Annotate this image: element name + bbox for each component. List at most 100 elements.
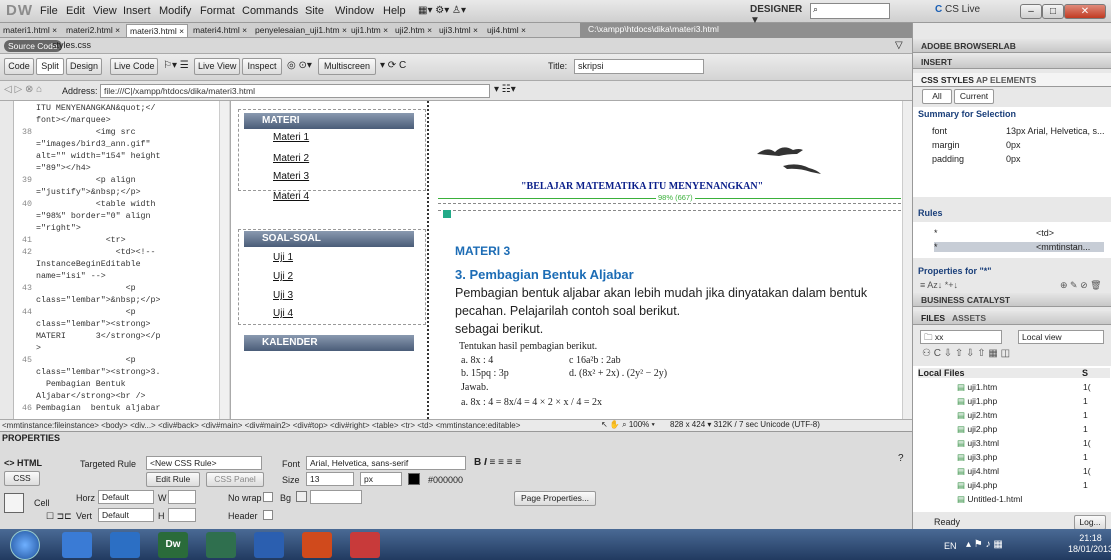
w-field[interactable] xyxy=(168,490,196,504)
css-mode-button[interactable]: CSS xyxy=(4,471,40,486)
code-line[interactable]: InstanceBeginEditable xyxy=(36,259,141,270)
menu-commands[interactable]: Commands xyxy=(242,5,298,17)
link-uji-3[interactable]: Uji 3 xyxy=(273,290,293,301)
clock[interactable]: 21:18 18/01/2013 xyxy=(1068,533,1111,555)
link-uji-1[interactable]: Uji 1 xyxy=(273,252,293,263)
design-view[interactable]: MATERI Materi 1 Materi 2 Materi 3 Materi… xyxy=(230,101,902,419)
code-line[interactable]: Pembagian Bentuk xyxy=(36,379,126,390)
file-item[interactable]: ▤ uji2.htm xyxy=(957,410,997,421)
excel-icon[interactable] xyxy=(206,532,236,558)
link-materi-3[interactable]: Materi 3 xyxy=(273,171,309,182)
unit-select[interactable]: px xyxy=(360,472,402,486)
tab-uji4[interactable]: uji4.html × xyxy=(484,24,529,37)
code-line[interactable]: alt="" width="154" height xyxy=(36,151,160,162)
dreamweaver-icon[interactable]: Dw xyxy=(158,532,188,558)
menu-help[interactable]: Help xyxy=(383,5,406,17)
business-catalyst-panel[interactable]: BUSINESS CATALYST xyxy=(913,293,1111,307)
code-line[interactable]: ="right"> xyxy=(36,223,81,234)
adobe-browserlab-panel[interactable]: ADOBE BROWSERLAB xyxy=(913,39,1111,53)
code-line[interactable]: ="89"></h4> xyxy=(36,163,91,174)
code-line[interactable]: MATERI 3</strong></p xyxy=(36,331,160,342)
targeted-rule-select[interactable]: <New CSS Rule> xyxy=(146,456,262,470)
code-scrollbar[interactable] xyxy=(219,101,229,419)
title-field[interactable]: skripsi xyxy=(574,59,704,74)
tab-materi3[interactable]: materi3.html × xyxy=(126,24,189,37)
code-view-button[interactable]: Code xyxy=(4,58,34,75)
tab-css-styles[interactable]: CSS STYLES xyxy=(921,75,974,85)
code-line[interactable]: name="isi" --> xyxy=(36,271,106,282)
design-scrollbar[interactable] xyxy=(902,101,912,419)
layout-icon[interactable]: ▦▾ ⚙▾ ♙▾ xyxy=(418,5,466,16)
start-button[interactable] xyxy=(10,530,40,560)
tab-uji3[interactable]: uji3.html × xyxy=(436,24,481,37)
address-input[interactable]: file:///C|/xampp/htdocs/dika/materi3.htm… xyxy=(100,84,490,98)
minimize-button[interactable]: – xyxy=(1020,4,1042,19)
explorer-icon[interactable] xyxy=(62,532,92,558)
tab-ap-elements[interactable]: AP ELEMENTS xyxy=(976,75,1036,85)
code-line[interactable]: <tr> xyxy=(36,235,126,246)
multiscreen-button[interactable]: Multiscreen xyxy=(318,58,376,75)
word-icon[interactable] xyxy=(254,532,284,558)
ie-icon[interactable] xyxy=(110,532,140,558)
code-view[interactable]: ITU MENYENANGKAN&quot;</font></marquee> 3… xyxy=(14,101,229,419)
format-buttons[interactable]: B I ≡ ≡ ≡ ≡ xyxy=(474,457,521,468)
menu-site[interactable]: Site xyxy=(305,5,324,17)
link-materi-2[interactable]: Materi 2 xyxy=(273,153,309,164)
bg-swatch[interactable] xyxy=(296,491,307,502)
files-list[interactable]: ▤ uji1.htm 1(▤ uji1.php 1 ▤ uji2.htm 1 ▤ uji2… xyxy=(913,366,1111,512)
color-swatch[interactable] xyxy=(408,473,420,485)
code-line[interactable]: font></marquee> xyxy=(36,115,111,126)
insert-panel[interactable]: INSERT xyxy=(913,55,1111,69)
code-line[interactable]: <td><!-- xyxy=(36,247,156,258)
current-button[interactable]: Current xyxy=(954,89,994,104)
code-line[interactable]: class="lembar">&nbsp;</p> xyxy=(36,295,160,306)
edit-rule-button[interactable]: Edit Rule xyxy=(146,472,200,487)
code-line[interactable]: class="lembar"><strong>3. xyxy=(36,367,160,378)
site-select[interactable]: 🗀 xx xyxy=(920,330,1002,344)
code-line[interactable]: ="justify">&nbsp;</p> xyxy=(36,187,141,198)
window-size[interactable]: 828 x 424 ▾ 312K / 7 sec Unicode (UTF-8) xyxy=(670,420,820,429)
view-select[interactable]: Local view xyxy=(1018,330,1104,344)
font-select[interactable]: Arial, Helvetica, sans-serif xyxy=(306,456,466,470)
css-view-icons[interactable]: ≡ Az↓ *+↓ xyxy=(920,280,958,290)
rules-list[interactable] xyxy=(913,222,1111,258)
firefox-icon[interactable] xyxy=(302,532,332,558)
tab-materi2[interactable]: materi2.html × xyxy=(63,24,123,37)
file-item[interactable]: ▤ Untitled-1.html xyxy=(957,494,1022,505)
filter-icon[interactable]: ▽ xyxy=(895,40,903,51)
menu-modify[interactable]: Modify xyxy=(159,5,191,17)
inspect-button[interactable]: Inspect xyxy=(242,58,282,75)
bg-field[interactable] xyxy=(310,490,362,504)
header-checkbox[interactable] xyxy=(263,510,273,520)
nav-arrows-icon[interactable]: ◁ ▷ ⊗ ⌂ xyxy=(4,84,42,95)
code-line[interactable]: <p xyxy=(36,307,136,318)
link-uji-2[interactable]: Uji 2 xyxy=(273,271,293,282)
file-item[interactable]: ▤ uji2.php xyxy=(957,424,997,435)
tag-selector[interactable]: <mmtinstance:fileinstance> <body> <div..… xyxy=(2,421,520,430)
code-line[interactable]: <p align xyxy=(36,175,136,186)
log-button[interactable]: Log... xyxy=(1074,515,1106,530)
file-item[interactable]: ▤ uji4.html xyxy=(957,466,999,477)
tab-penyelesaian[interactable]: penyelesaian_uji1.htm × xyxy=(252,24,350,37)
menu-window[interactable]: Window xyxy=(335,5,374,17)
tab-files[interactable]: FILES xyxy=(921,313,945,323)
editable-region-marker[interactable] xyxy=(443,210,451,218)
all-button[interactable]: All xyxy=(922,89,952,104)
menu-format[interactable]: Format xyxy=(200,5,235,17)
zoom-level[interactable]: 100% xyxy=(629,420,649,429)
split-view-button[interactable]: Split xyxy=(36,58,64,75)
size-select[interactable]: 13 xyxy=(306,472,354,486)
preview-icon[interactable]: ◎ ⊙▾ xyxy=(287,60,312,71)
search-input[interactable]: ⌕ xyxy=(810,3,890,19)
split-cell-icon[interactable]: ☐ ⊐⊏ xyxy=(46,511,72,522)
app-icon[interactable] xyxy=(350,532,380,558)
file-item[interactable]: ▤ uji1.php xyxy=(957,396,997,407)
language-indicator[interactable]: EN xyxy=(944,541,957,551)
browser-check-icon[interactable]: ⚐▾ ☰ xyxy=(163,60,189,71)
nowrap-checkbox[interactable] xyxy=(263,492,273,502)
code-line[interactable]: <p xyxy=(36,283,136,294)
tab-materi4[interactable]: materi4.html × xyxy=(190,24,250,37)
css-panel-button[interactable]: CSS Panel xyxy=(206,472,264,487)
css-action-icons[interactable]: ⊕ ✎ ⊘ 🗑 xyxy=(1060,280,1102,291)
code-line[interactable]: Aljabar</strong><br /> xyxy=(36,391,146,402)
